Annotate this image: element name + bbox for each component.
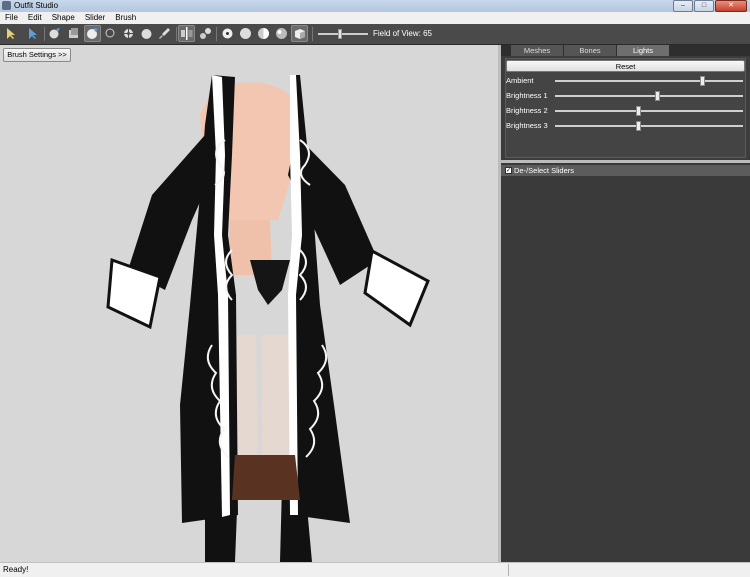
menu-bar: File Edit Shape Slider Brush [0,12,750,24]
window-title: Outfit Studio [14,1,59,10]
minimize-button[interactable]: – [673,0,693,12]
ambient-slider-thumb[interactable] [699,76,705,86]
maximize-button[interactable]: □ [694,0,714,12]
sphere-icon [240,28,251,39]
brightness-1-slider-thumb[interactable] [654,91,660,101]
unmask-brush-icon [69,28,78,38]
menu-shape[interactable]: Shape [47,12,80,24]
tab-bar: Meshes Bones Lights [501,45,750,56]
brightness-1-label: Brightness 1 [506,91,548,100]
brightness-2-slider-thumb[interactable] [635,106,641,116]
sphere-front-icon [276,28,287,39]
view-cube-button[interactable] [291,25,308,42]
deflate-brush-icon [105,28,116,39]
connected-icon [200,28,211,39]
connected-toggle-button[interactable] [197,25,214,42]
brightness-3-label: Brightness 3 [506,121,548,130]
brightness-2-label: Brightness 2 [506,106,548,115]
brush-unmask-button[interactable] [65,25,82,42]
brightness-3-row: Brightness 3 [506,120,745,132]
brush-smooth-button[interactable] [138,25,155,42]
fov-slider-track[interactable] [318,33,368,35]
title-bar: Outfit Studio – □ ✕ [0,0,750,12]
tab-lights[interactable]: Lights [617,45,669,56]
view-lighting-button[interactable] [237,25,254,42]
menu-slider[interactable]: Slider [80,12,110,24]
select-all-sliders-checkbox[interactable]: ✓ [505,167,512,174]
view-wireframe-button[interactable] [219,25,236,42]
menu-edit[interactable]: Edit [23,12,47,24]
slider-header: ✓ De-/Select Sliders [501,165,750,176]
app-icon [2,1,11,10]
sphere-shaded-icon [258,28,269,39]
lights-panel: Reset Ambient Brightness 1 Brightness 2 … [505,58,746,158]
right-top-panel: Meshes Bones Lights Reset Ambient Bright… [501,45,750,160]
brightness-3-slider-thumb[interactable] [635,121,641,131]
fov-slider-thumb[interactable] [338,29,342,39]
brightness-2-row: Brightness 2 [506,105,745,117]
ambient-label: Ambient [506,76,534,85]
select-sliders-label: De-/Select Sliders [514,166,575,175]
toolbar: Field of View: 65 [0,24,750,45]
brush-mask-button[interactable] [46,25,63,42]
status-bar: Ready! [0,562,750,577]
reset-lights-button[interactable]: Reset [506,60,745,72]
sphere-small-icon [222,28,233,39]
move-brush-icon [122,27,135,40]
brightness-1-slider[interactable] [555,95,743,97]
brush-move-button[interactable] [120,25,137,42]
menu-file[interactable]: File [0,12,23,24]
brush-deflate-button[interactable] [102,25,119,42]
brightness-1-row: Brightness 1 [506,90,745,102]
outfit-model [106,75,430,562]
view-textures-button[interactable] [255,25,272,42]
status-divider [508,564,509,576]
brush-inflate-button[interactable] [84,25,101,42]
status-text: Ready! [3,565,29,574]
tab-meshes[interactable]: Meshes [511,45,563,56]
window-controls: – □ ✕ [673,0,747,12]
tab-bones[interactable]: Bones [564,45,616,56]
brightness-2-slider[interactable] [555,110,743,112]
transform-tool-icon [29,28,37,39]
close-button[interactable]: ✕ [715,0,747,12]
ambient-slider[interactable] [555,80,743,82]
3d-viewport[interactable]: Brush Settings >> [0,45,498,562]
view-front-button[interactable] [273,25,290,42]
inflate-brush-icon [87,28,98,39]
transform-tool-button[interactable] [24,25,41,42]
mask-brush-icon [49,28,60,39]
smooth-brush-icon [141,29,152,39]
select-tool-icon [7,28,15,39]
fov-label: Field of View: 65 [373,29,432,38]
paint-brush-icon [159,28,170,39]
mirror-icon [181,27,193,40]
cube-icon [295,29,305,39]
menu-brush[interactable]: Brush [110,12,141,24]
sliders-panel: ✓ De-/Select Sliders [501,163,750,562]
select-tool-button[interactable] [2,25,19,42]
mirror-toggle-button[interactable] [178,25,195,42]
brightness-3-slider[interactable] [555,125,743,127]
brush-weight-button[interactable] [156,25,173,42]
ambient-row: Ambient [506,75,745,87]
